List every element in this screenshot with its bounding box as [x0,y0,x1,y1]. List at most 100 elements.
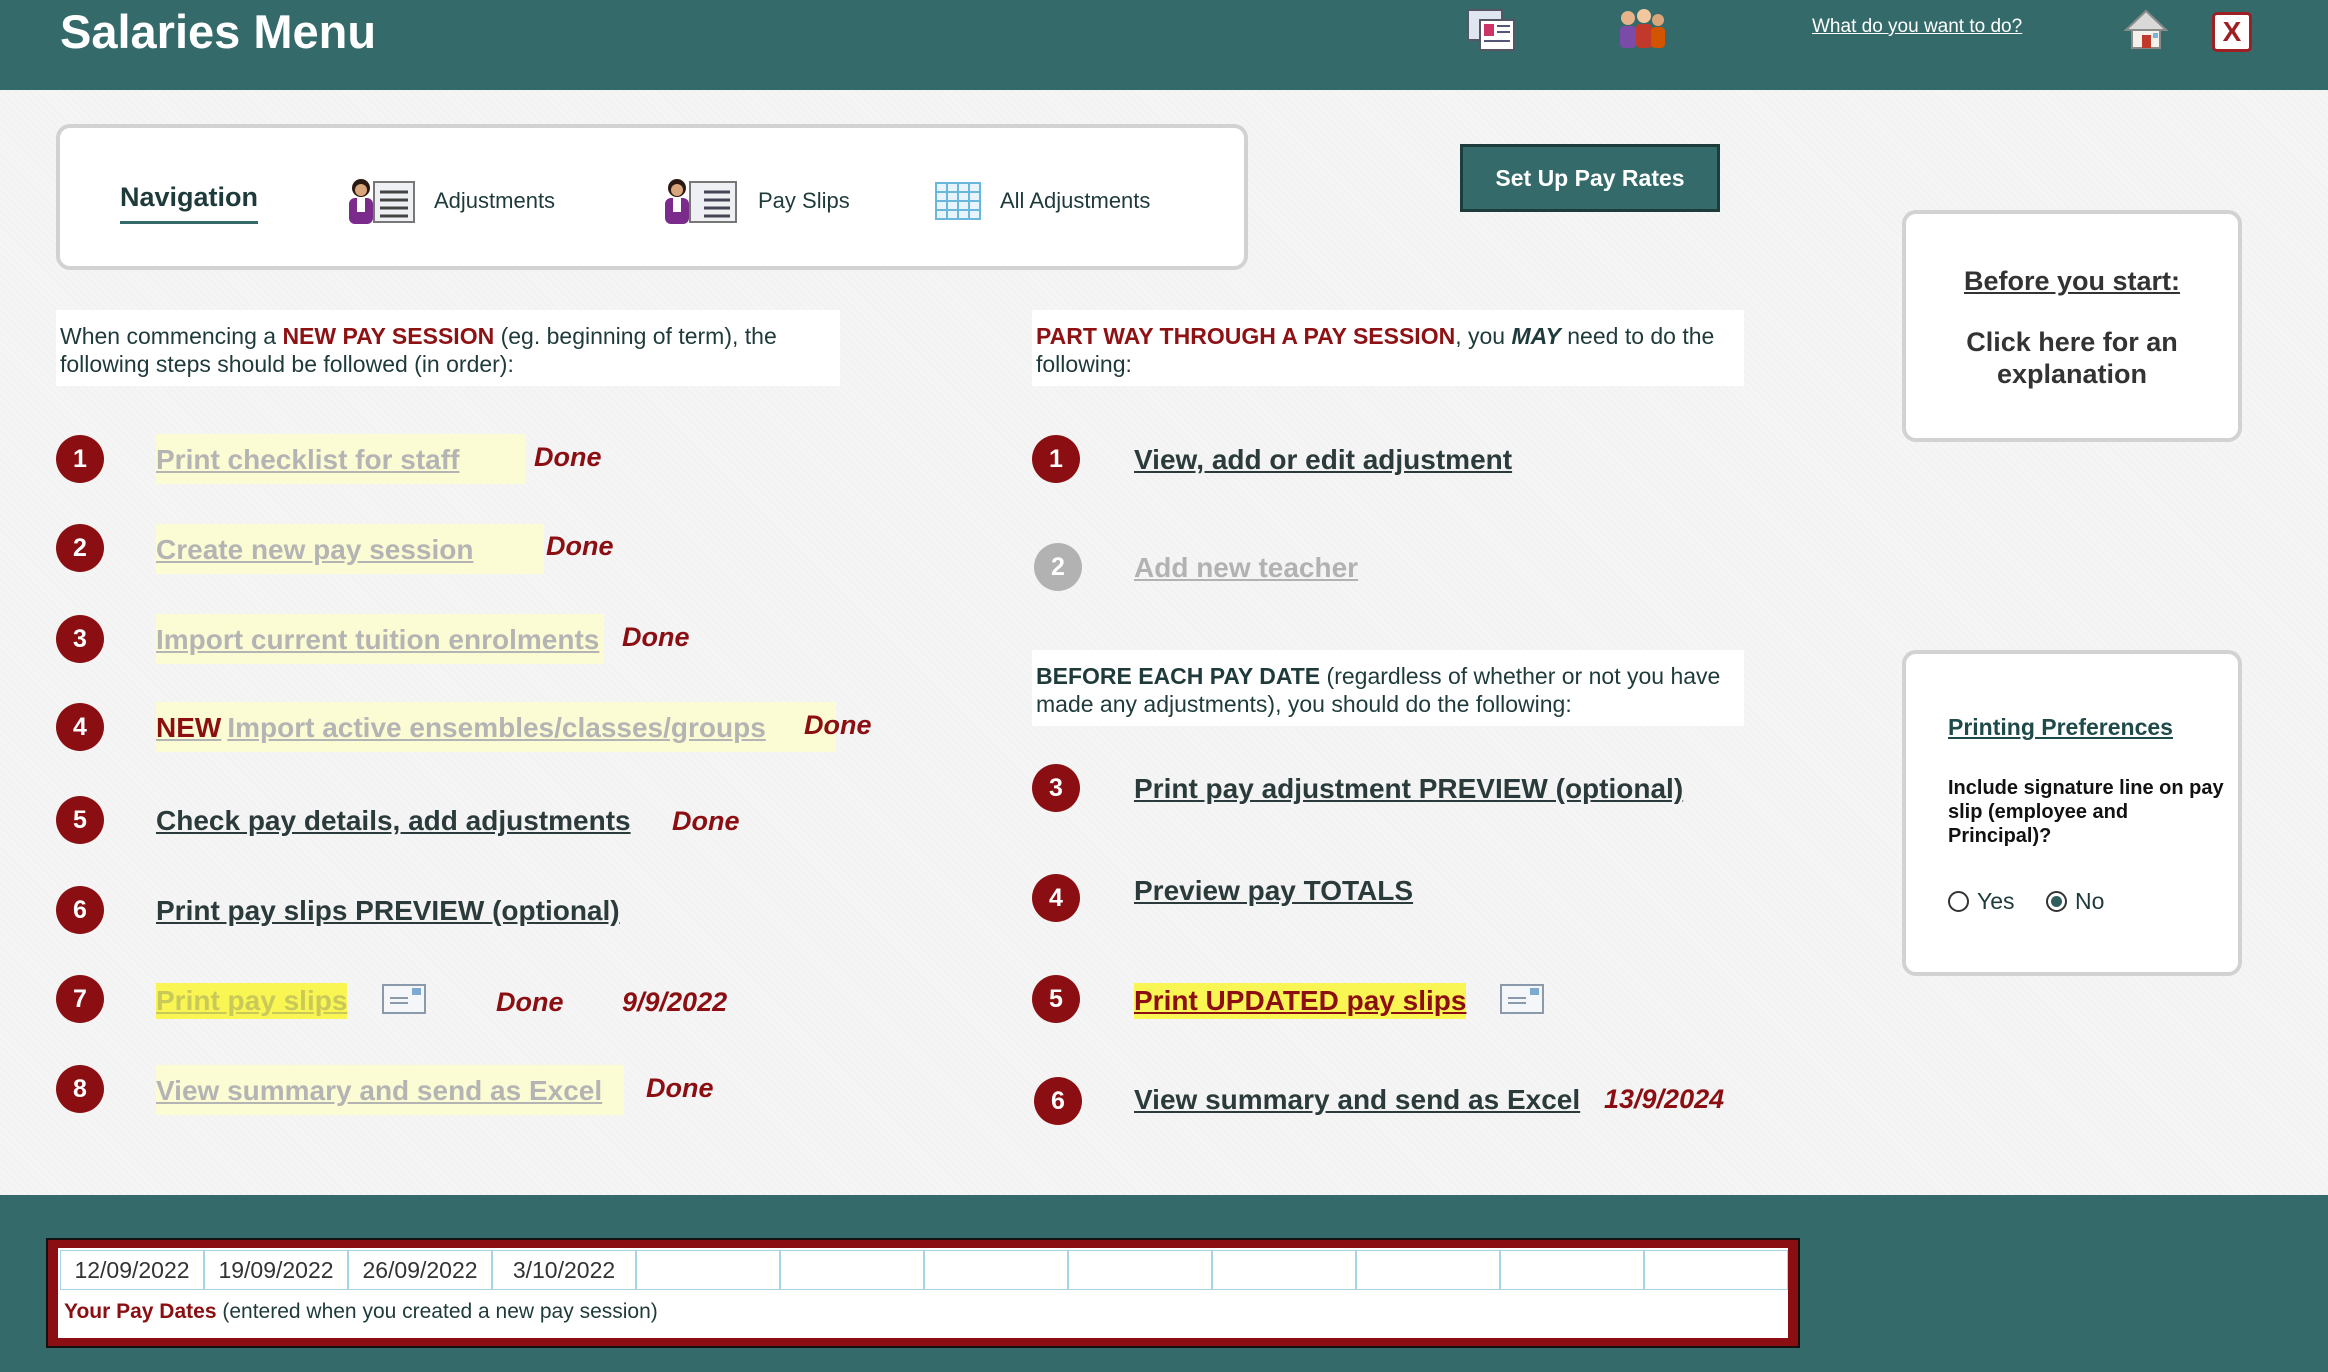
nav-item-label: Pay Slips [758,188,850,213]
pay-date-cell[interactable]: 19/09/2022 [204,1250,348,1290]
before-you-start-title: Before you start: [1963,266,2181,296]
pay-date-cell[interactable] [1068,1250,1212,1290]
before-you-start-line: Click here for an [1966,327,2178,357]
before-you-start-text: Click here for an explanation [1906,326,2238,390]
pay-dates-caption-rest: (entered when you created a new pay sess… [216,1300,658,1323]
print-pay-slips-link[interactable]: Print pay slips [156,983,348,1019]
pay-dates-caption-bold: Your Pay Dates [64,1300,217,1323]
step-number: 3 [56,615,104,663]
radio-label: No [2075,888,2105,914]
page-title: Salaries Menu [60,5,377,58]
pay-dates-caption: Your Pay Dates (entered when you created… [64,1300,658,1324]
nav-item-label: Adjustments [434,188,556,213]
people-icon[interactable] [1614,6,1670,54]
close-button[interactable]: X [2212,12,2252,52]
step-status: Done [646,1073,714,1103]
step-number: 8 [56,1065,104,1113]
nav-item-pay-slips[interactable]: Pay Slips [660,176,850,226]
view-summary-excel-link[interactable]: View summary and send as Excel [156,1071,603,1111]
intro-emphasis: PART WAY THROUGH A PAY SESSION [1036,323,1456,349]
grid-icon [935,182,981,220]
step-date: 9/9/2022 [622,987,728,1017]
step-status: Done [496,987,564,1017]
step-status: Done [546,531,614,561]
preview-pay-totals-link[interactable]: Preview pay TOTALS [1134,875,1413,907]
person-list-icon [349,179,415,224]
pay-dates-row: 12/09/2022 19/09/2022 26/09/2022 3/10/20… [60,1250,1788,1290]
print-checklist-link[interactable]: Print checklist for staff [156,440,460,480]
set-up-pay-rates-button[interactable]: Set Up Pay Rates [1460,144,1720,212]
step-number: 1 [56,435,104,483]
pay-date-cell[interactable]: 12/09/2022 [60,1250,204,1290]
step-number: 5 [1032,975,1080,1023]
home-icon[interactable] [2124,8,2168,50]
nav-item-label: All Adjustments [1000,188,1151,213]
print-pay-slips-preview-link[interactable]: Print pay slips PREVIEW (optional) [156,895,620,927]
pay-date-cell[interactable] [924,1250,1068,1290]
radio-button-selected[interactable] [2046,891,2067,912]
create-pay-session-link[interactable]: Create new pay session [156,530,474,570]
pay-date-cell[interactable]: 3/10/2022 [492,1250,636,1290]
pay-date-cell[interactable] [1500,1250,1644,1290]
intro-text: When commencing a [60,323,283,349]
print-adjustment-preview-link[interactable]: Print pay adjustment PREVIEW (optional) [1134,773,1683,805]
radio-no[interactable]: No [2046,888,2104,915]
pay-date-cell[interactable] [1356,1250,1500,1290]
view-add-edit-adjustment-link[interactable]: View, add or edit adjustment [1134,444,1512,476]
nav-item-all-adjustments[interactable]: All Adjustments [934,176,1150,226]
step-number: 2 [1034,543,1082,591]
step-status: Done [534,442,602,472]
intro-text: , you [1455,323,1512,349]
before-each-pay-date-intro: BEFORE EACH PAY DATE (regardless of whet… [1032,650,1744,726]
before-you-start-box[interactable]: Before you start: Click here for an expl… [1902,210,2242,442]
step-number: 1 [1032,435,1080,483]
printing-preferences-box: Printing Preferences Include signature l… [1902,650,2242,976]
intro-emphasis: BEFORE EACH PAY DATE [1036,663,1321,689]
step-number: 4 [56,703,104,751]
intro-may: MAY [1511,323,1561,349]
step-date: 13/9/2024 [1604,1084,1725,1114]
new-tag: NEW [156,712,222,743]
navigation-title[interactable]: Navigation [120,182,259,224]
signature-line-question: Include signature line on pay slip (empl… [1948,777,2224,847]
view-summary-excel-link-2[interactable]: View summary and send as Excel [1134,1084,1580,1116]
pay-dates-panel: 12/09/2022 19/09/2022 26/09/2022 3/10/20… [46,1238,1800,1348]
pay-date-cell[interactable] [636,1250,780,1290]
nav-item-adjustments[interactable]: Adjustments [344,176,555,226]
import-ensembles-label: Import active ensembles/classes/groups [227,712,766,743]
email-icon[interactable] [1500,984,1544,1014]
header-bar: Salaries Menu What do you want to do? X [0,0,2328,90]
radio-yes[interactable]: Yes [1948,888,2015,915]
help-link[interactable]: What do you want to do? [1812,16,2022,38]
step-status: Done [672,806,740,836]
pay-dates-inner: 12/09/2022 19/09/2022 26/09/2022 3/10/20… [58,1248,1788,1338]
printing-preferences-title[interactable]: Printing Preferences [1948,714,2173,741]
step-status: Done [622,622,690,652]
pay-date-cell[interactable]: 26/09/2022 [348,1250,492,1290]
add-new-teacher-link[interactable]: Add new teacher [1134,552,1358,584]
radio-label: Yes [1977,888,2015,914]
step-number: 2 [56,524,104,572]
step-number: 5 [56,796,104,844]
part-way-intro: PART WAY THROUGH A PAY SESSION, you MAY … [1032,310,1744,386]
new-session-intro: When commencing a NEW PAY SESSION (eg. b… [56,310,840,386]
step-status: Done [804,710,872,740]
intro-emphasis: NEW PAY SESSION [282,323,495,349]
documents-icon[interactable] [1464,6,1520,54]
print-updated-pay-slips-link[interactable]: Print UPDATED pay slips [1134,983,1467,1019]
pay-date-cell[interactable] [780,1250,924,1290]
person-list-icon [665,179,737,224]
before-you-start-line: explanation [1996,359,2148,389]
pay-date-cell[interactable] [1644,1250,1788,1290]
step-number: 6 [56,886,104,934]
import-enrolments-link[interactable]: Import current tuition enrolments [156,620,600,660]
import-ensembles-link[interactable]: NEW Import active ensembles/classes/group… [156,708,766,748]
step-number: 4 [1032,874,1080,922]
navigation-panel: Navigation Adjustments Pay Slips All Adj… [56,124,1248,270]
step-number: 6 [1034,1077,1082,1125]
check-pay-details-link[interactable]: Check pay details, add adjustments [156,805,631,837]
email-icon[interactable] [382,984,426,1014]
radio-button[interactable] [1948,891,1969,912]
step-number: 7 [56,975,104,1023]
pay-date-cell[interactable] [1212,1250,1356,1290]
